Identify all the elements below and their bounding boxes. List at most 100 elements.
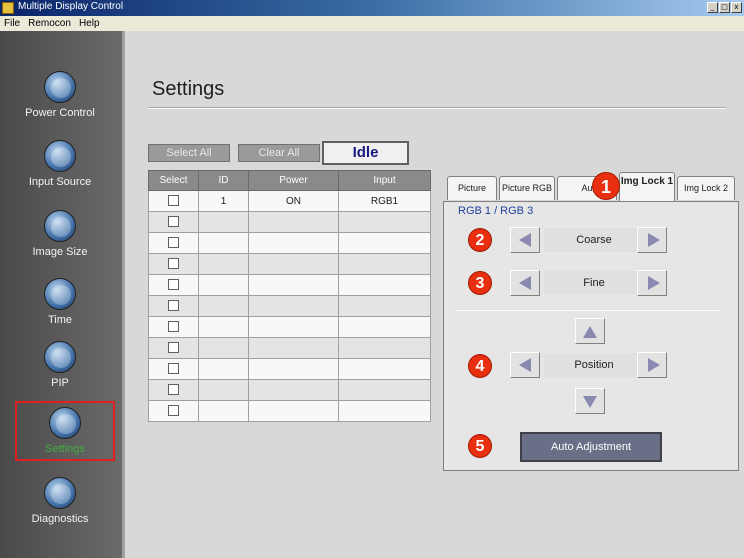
row-checkbox[interactable] (168, 384, 179, 396)
table-row[interactable] (148, 274, 431, 296)
callout-badge-3: 3 (468, 271, 492, 295)
power-cell (248, 316, 339, 338)
clear-all-button[interactable]: Clear All (238, 144, 320, 162)
table-row[interactable] (148, 295, 431, 317)
input-cell (338, 295, 431, 317)
position-up-button[interactable] (575, 318, 605, 344)
pip-icon (44, 341, 76, 373)
fine-label: Fine (544, 271, 644, 295)
sidebar-item-image-size[interactable]: Image Size (12, 210, 108, 258)
input-cell (338, 358, 431, 380)
input-cell (338, 274, 431, 296)
panel-divider (455, 310, 721, 311)
input-cell: RGB1 (338, 190, 431, 212)
tab-picture-rgb[interactable]: Picture RGB (499, 176, 555, 200)
table-row[interactable] (148, 316, 431, 338)
title-bar: Multiple Display Control _ □ x (0, 0, 744, 16)
power-cell (248, 211, 339, 233)
status-indicator: Idle (322, 141, 409, 165)
table-row[interactable] (148, 253, 431, 275)
page-title: Settings (152, 78, 225, 100)
sidebar-item-label: Settings (45, 443, 85, 455)
column-header-power[interactable]: Power (248, 170, 339, 191)
input-cell (338, 337, 431, 359)
tab-picture[interactable]: Picture (447, 176, 497, 200)
maximize-button[interactable]: □ (719, 2, 730, 13)
row-checkbox[interactable] (168, 258, 179, 270)
clipboard-icon (44, 477, 76, 509)
coarse-decrease-button[interactable] (510, 227, 540, 253)
sidebar-item-label: Diagnostics (31, 513, 89, 525)
input-cell (338, 232, 431, 254)
table-row[interactable] (148, 337, 431, 359)
select-all-button[interactable]: Select All (148, 144, 230, 162)
column-header-input[interactable]: Input (338, 170, 431, 191)
id-cell (198, 358, 249, 380)
column-header-select[interactable]: Select (148, 170, 199, 191)
panel-subtitle: RGB 1 / RGB 3 (458, 205, 534, 217)
power-cell (248, 253, 339, 275)
input-cell (338, 316, 431, 338)
position-down-button[interactable] (575, 388, 605, 414)
close-button[interactable]: x (731, 2, 742, 13)
power-cell (248, 295, 339, 317)
menu-remocon[interactable]: Remocon (28, 16, 71, 31)
id-cell (198, 274, 249, 296)
row-checkbox[interactable] (168, 279, 179, 291)
id-cell (198, 232, 249, 254)
sidebar-item-time[interactable]: Time (12, 278, 108, 326)
sidebar-item-pip[interactable]: PIP (12, 341, 108, 389)
id-cell (198, 316, 249, 338)
input-cell (338, 211, 431, 233)
row-checkbox[interactable] (168, 300, 179, 312)
window-title: Multiple Display Control (18, 1, 124, 12)
table-row[interactable] (148, 358, 431, 380)
row-checkbox[interactable] (168, 216, 179, 228)
coarse-increase-button[interactable] (637, 227, 667, 253)
table-row[interactable] (148, 211, 431, 233)
input-cell (338, 379, 431, 401)
sidebar-item-diagnostics[interactable]: Diagnostics (12, 477, 108, 525)
sidebar-item-input-source[interactable]: Input Source (12, 140, 108, 188)
coarse-label: Coarse (544, 228, 644, 252)
wrench-icon (49, 407, 81, 439)
callout-badge-2: 2 (468, 228, 492, 252)
table-row[interactable]: 1 ON RGB1 (148, 190, 431, 212)
id-cell (198, 253, 249, 275)
row-checkbox[interactable] (168, 342, 179, 354)
power-cell (248, 400, 339, 422)
minimize-button[interactable]: _ (707, 2, 718, 13)
menu-file[interactable]: File (4, 16, 20, 31)
row-checkbox[interactable] (168, 321, 179, 333)
tab-img-lock-2[interactable]: Img Lock 2 (677, 176, 735, 200)
sidebar: Power Control Input Source Image Size Ti… (0, 31, 122, 558)
auto-adjustment-button[interactable]: Auto Adjustment (520, 432, 662, 462)
position-right-button[interactable] (637, 352, 667, 378)
id-cell (198, 400, 249, 422)
column-header-id[interactable]: ID (198, 170, 249, 191)
tab-img-lock-1[interactable]: Img Lock 1 (619, 172, 675, 202)
fine-increase-button[interactable] (637, 270, 667, 296)
menu-help[interactable]: Help (79, 16, 100, 31)
row-checkbox[interactable] (168, 405, 179, 417)
menu-bar: File Remocon Help (0, 16, 744, 31)
id-cell (198, 295, 249, 317)
table-row[interactable] (148, 379, 431, 401)
power-cell (248, 274, 339, 296)
position-left-button[interactable] (510, 352, 540, 378)
sidebar-item-power-control[interactable]: Power Control (12, 71, 108, 119)
id-cell: 1 (198, 190, 249, 212)
table-row[interactable] (148, 400, 431, 422)
row-checkbox[interactable] (168, 195, 179, 207)
table-row[interactable] (148, 232, 431, 254)
row-checkbox[interactable] (168, 363, 179, 375)
callout-badge-1: 1 (592, 172, 620, 200)
input-cell (338, 253, 431, 275)
window-controls: _ □ x (707, 2, 742, 13)
sidebar-item-label: Time (47, 314, 73, 326)
fine-decrease-button[interactable] (510, 270, 540, 296)
row-checkbox[interactable] (168, 237, 179, 249)
sidebar-item-settings[interactable]: Settings (15, 401, 115, 461)
power-cell (248, 358, 339, 380)
id-cell (198, 379, 249, 401)
